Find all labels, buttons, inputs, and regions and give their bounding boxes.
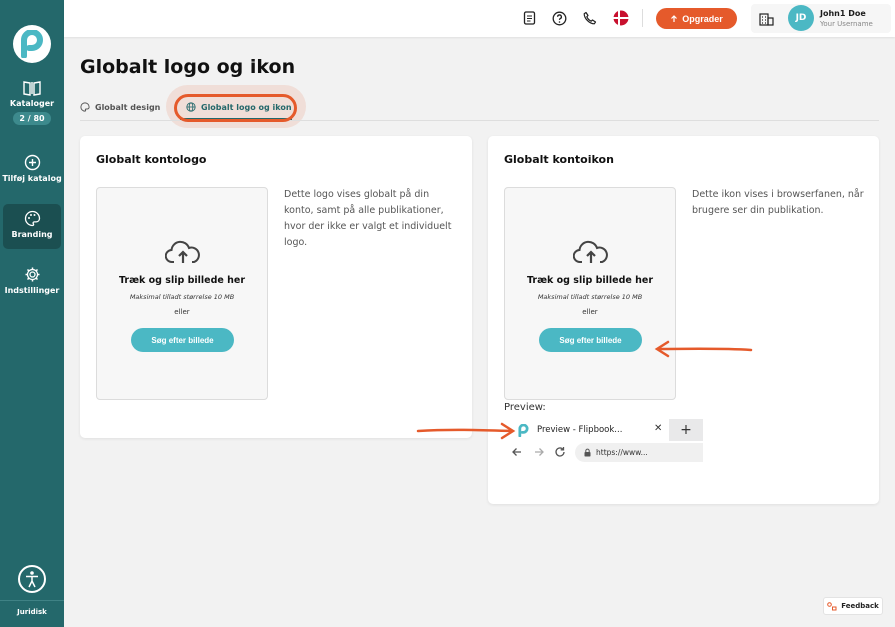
- building-icon: [759, 13, 774, 26]
- feedback-label: Feedback: [841, 602, 879, 610]
- tab-highlight-ring: [174, 94, 297, 122]
- user-menu[interactable]: JD John1 Doe Your Username: [751, 4, 891, 33]
- dropzone-or: eller: [174, 308, 190, 316]
- icon-card: Globalt kontoikon Træk og slip billede h…: [488, 136, 879, 504]
- feedback-icon: [827, 601, 837, 610]
- favicon-icon: [518, 424, 529, 437]
- sidebar-item-label: Tilføj katalog: [2, 174, 62, 183]
- feedback-button[interactable]: Feedback: [823, 597, 883, 615]
- page-title: Globalt logo og ikon: [80, 56, 296, 78]
- language-selector[interactable]: [613, 10, 629, 26]
- cloud-upload-icon: [573, 240, 608, 263]
- preview-label: Preview:: [504, 402, 546, 413]
- app-logo[interactable]: [13, 25, 51, 63]
- preview-url-text: https://www...: [596, 448, 648, 457]
- tab-globalt-design[interactable]: Globalt design: [80, 102, 160, 112]
- dropzone-size-hint: Maksimal tilladt størrelse 10 MB: [129, 293, 235, 301]
- dropzone-or: eller: [582, 308, 598, 316]
- dropzone-title: Træk og slip billede her: [118, 275, 246, 286]
- help-icon: [552, 11, 566, 25]
- sidebar-item-kataloger[interactable]: Kataloger 2 / 80: [0, 80, 64, 125]
- cloud-upload-icon: [165, 240, 200, 263]
- avatar[interactable]: JD: [788, 5, 814, 31]
- preview-browser-tab: Preview - Flipbook... ✕: [504, 419, 669, 441]
- card-description: Dette ikon vises i browserfanen, når bru…: [692, 189, 864, 216]
- danish-flag-icon: [613, 10, 629, 26]
- close-icon: ✕: [654, 423, 663, 434]
- palette-icon: [24, 210, 40, 227]
- sidebar-item-label: Indstillinger: [4, 286, 60, 295]
- logo-dropzone[interactable]: Træk og slip billede her Maksimal tillad…: [96, 187, 268, 400]
- user-name: John1 Doe: [820, 9, 866, 18]
- sidebar-item-label: Kataloger: [9, 99, 55, 108]
- gear-icon: [25, 267, 39, 282]
- tab-label: Globalt design: [95, 102, 161, 112]
- upgrade-label: Opgrader: [682, 13, 723, 24]
- back-arrow-icon: [512, 448, 521, 456]
- phone-button[interactable]: [582, 10, 598, 26]
- preview-tab-title: Preview - Flipbook...: [537, 425, 623, 435]
- book-icon: [23, 81, 41, 96]
- top-bar: Opgrader JD John1 Doe Your Username: [64, 0, 895, 37]
- sidebar-item-branding[interactable]: Branding: [0, 210, 64, 239]
- arrow-up-icon: [671, 14, 678, 22]
- preview-url-bar: https://www...: [575, 443, 703, 462]
- catalog-count-badge: 2 / 80: [13, 112, 51, 125]
- browse-image-button[interactable]: Søg efter billede: [539, 328, 642, 352]
- card-title: Globalt kontologo: [96, 153, 207, 166]
- brand-logo-icon: [21, 30, 43, 58]
- upgrade-button[interactable]: Opgrader: [656, 8, 737, 29]
- forward-arrow-icon: [535, 448, 544, 456]
- browse-image-button[interactable]: Søg efter billede: [131, 328, 234, 352]
- phone-icon: [583, 11, 597, 25]
- juridisk-link[interactable]: Juridisk: [0, 608, 64, 616]
- plus-icon: +: [669, 419, 703, 441]
- topbar-divider: [642, 9, 643, 27]
- sidebar-item-label: Branding: [11, 230, 53, 239]
- card-title: Globalt kontoikon: [504, 153, 614, 166]
- lock-icon: [584, 448, 591, 457]
- icon-dropzone[interactable]: Træk og slip billede her Maksimal tillad…: [504, 187, 676, 400]
- card-description: Dette logo vises globalt på din konto, s…: [284, 189, 452, 248]
- palette-icon: [80, 102, 90, 112]
- sidebar-item-tilfoej-katalog[interactable]: Tilføj katalog: [0, 154, 64, 183]
- help-button[interactable]: [551, 10, 567, 26]
- document-button[interactable]: [521, 10, 537, 26]
- logo-card: Globalt kontologo Træk og slip billede h…: [80, 136, 472, 438]
- dropzone-title: Træk og slip billede her: [526, 275, 654, 286]
- accessibility-button[interactable]: [18, 565, 46, 593]
- reload-icon: [555, 447, 565, 457]
- plus-circle-icon: [24, 154, 40, 171]
- document-icon: [523, 11, 535, 25]
- sidebar-divider: [0, 600, 64, 601]
- user-username: Your Username: [820, 20, 873, 28]
- accessibility-icon: [26, 571, 38, 588]
- sidebar: Kataloger 2 / 80 Tilføj katalog Branding…: [0, 0, 64, 627]
- dropzone-size-hint: Maksimal tilladt størrelse 10 MB: [537, 293, 643, 301]
- sidebar-item-indstillinger[interactable]: Indstillinger: [0, 266, 64, 295]
